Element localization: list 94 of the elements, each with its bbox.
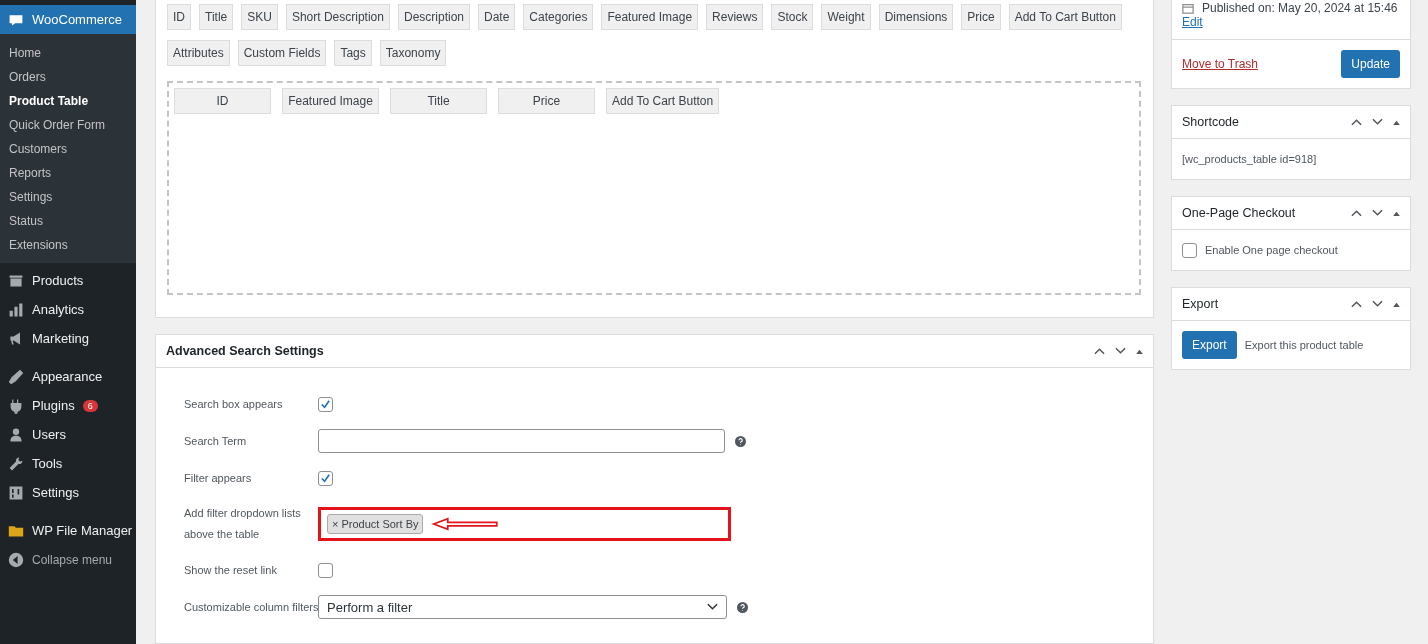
submenu-item[interactable]: Reports	[0, 161, 136, 185]
menu-item[interactable]: WP File Manager	[0, 516, 136, 545]
menu-item[interactable]: Plugins 6	[0, 391, 136, 420]
edit-link[interactable]: Edit	[1182, 15, 1203, 29]
checkbox[interactable]	[318, 562, 333, 578]
menu-item[interactable]: Users	[0, 420, 136, 449]
move-to-trash-link[interactable]: Move to Trash	[1182, 57, 1259, 71]
field-chip[interactable]: Dimensions	[878, 4, 954, 30]
field-chip[interactable]: Title	[199, 4, 234, 30]
chevron-up-icon[interactable]	[1351, 118, 1362, 126]
menu-item[interactable]: Settings	[0, 478, 136, 507]
field-chip[interactable]: Taxonomy	[379, 40, 447, 66]
triangle-up-icon[interactable]	[1136, 348, 1143, 354]
dropdown[interactable]: Perform a filter	[318, 595, 727, 619]
submenu-item[interactable]: Quick Order Form	[0, 113, 136, 137]
panel-title: One-Page Checkout	[1182, 206, 1296, 220]
paintbrush-icon	[8, 368, 24, 385]
submenu-item[interactable]: Extensions	[0, 233, 136, 257]
plug-icon	[8, 397, 24, 414]
bar-chart-icon	[8, 301, 24, 318]
submenu-item[interactable]: Settings	[0, 185, 136, 209]
menu-item[interactable]: Collapse menu	[0, 545, 136, 574]
selected-field-chip[interactable]: Featured Image	[282, 88, 379, 114]
calendar-icon	[1182, 2, 1194, 14]
chevron-down-icon[interactable]	[1115, 347, 1126, 355]
setting-label: Show the reset link	[184, 562, 278, 578]
field-chip[interactable]: Add To Cart Button	[1008, 4, 1122, 30]
chevron-down-icon[interactable]	[1372, 209, 1383, 217]
menu-item[interactable]: Tools	[0, 449, 136, 478]
publish-date: Published on: May 20, 2024 at 15:46	[1202, 1, 1398, 15]
submenu-item[interactable]: Home	[0, 41, 136, 65]
field-chip[interactable]: ID	[167, 4, 191, 30]
chevron-up-icon[interactable]	[1351, 209, 1362, 217]
field-chip[interactable]: Attributes	[167, 40, 230, 66]
multi-select-field[interactable]: × Product Sort By	[318, 507, 731, 541]
chevron-down-icon[interactable]	[1372, 300, 1383, 308]
chevron-down-icon[interactable]	[707, 603, 718, 611]
setting-label: Filter appears	[184, 470, 253, 486]
menu-item[interactable]: WooCommerce	[0, 5, 136, 34]
selected-tag[interactable]: × Product Sort By	[327, 514, 424, 534]
chevron-up-icon[interactable]	[1351, 300, 1362, 308]
checkbox[interactable]	[318, 470, 333, 486]
submenu-item[interactable]: Customers	[0, 137, 136, 161]
chevron-up-icon[interactable]	[1094, 347, 1105, 355]
menu-item[interactable]: Appearance	[0, 362, 136, 391]
checkbox[interactable]	[1182, 242, 1197, 258]
field-chip[interactable]: Date	[478, 4, 516, 30]
setting-label: Add filter dropdown lists above the table	[184, 506, 302, 542]
field-chip[interactable]: Custom Fields	[237, 40, 327, 66]
chevron-down-icon[interactable]	[1372, 118, 1383, 126]
submenu-item[interactable]: Status	[0, 209, 136, 233]
shortcode-text: [wc_products_table id=918]	[1182, 153, 1317, 165]
setting-label: Customizable column filters	[184, 599, 318, 615]
export-description: Export this product table	[1244, 339, 1364, 351]
triangle-up-icon[interactable]	[1393, 301, 1400, 307]
field-chip[interactable]: Weight	[821, 4, 871, 30]
input-field[interactable]	[318, 429, 725, 453]
field-chip[interactable]: Description	[397, 4, 470, 30]
panel-title: Shortcode	[1182, 115, 1239, 129]
selected-field-chip[interactable]: Add To Cart Button	[606, 88, 720, 114]
person-icon	[8, 426, 24, 443]
submenu-item[interactable]: Orders	[0, 65, 136, 89]
setting-label: Search Term	[184, 433, 248, 449]
help-icon[interactable]	[735, 435, 746, 447]
selected-field-chip[interactable]: ID	[174, 88, 271, 114]
menu-item[interactable]: Analytics	[0, 295, 136, 324]
field-chip[interactable]: SKU	[241, 4, 278, 30]
wrench-icon	[8, 455, 24, 472]
sliders-icon	[8, 484, 24, 501]
setting-label: Search box appears	[184, 396, 284, 412]
checkbox[interactable]	[318, 396, 333, 412]
export-button[interactable]: Export	[1182, 331, 1237, 359]
field-chip[interactable]: Featured Image	[601, 4, 699, 30]
update-count-badge: 6	[82, 399, 98, 412]
submenu-item[interactable]: Product Table	[0, 89, 136, 113]
menu-item[interactable]: Products	[0, 266, 136, 295]
remove-tag-icon[interactable]: ×	[332, 518, 339, 530]
menu-item[interactable]: Marketing	[0, 324, 136, 353]
panel-title: Export	[1182, 297, 1219, 311]
update-button[interactable]: Update	[1341, 50, 1400, 78]
field-chip[interactable]: Reviews	[706, 4, 764, 30]
field-chip[interactable]: Stock	[771, 4, 814, 30]
help-icon[interactable]	[737, 601, 748, 613]
triangle-up-icon[interactable]	[1393, 119, 1400, 125]
field-chip[interactable]: Tags	[334, 40, 372, 66]
selected-field-chip[interactable]: Price	[498, 88, 595, 114]
field-chip[interactable]: Categories	[523, 4, 594, 30]
field-chip[interactable]: Price	[961, 4, 1001, 30]
panel-title: Advanced Search Settings	[166, 344, 324, 358]
selected-field-chip[interactable]: Title	[390, 88, 487, 114]
checkbox-label: Enable One page checkout	[1205, 244, 1338, 256]
field-chip[interactable]: Short Description	[285, 4, 390, 30]
triangle-up-icon[interactable]	[1393, 210, 1400, 216]
box-icon	[8, 272, 24, 289]
